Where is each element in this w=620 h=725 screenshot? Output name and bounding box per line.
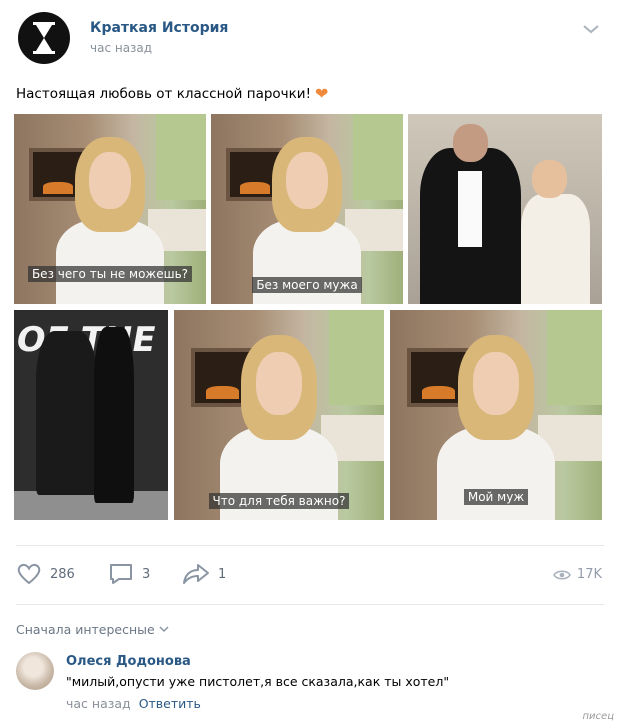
chevron-down-icon[interactable] bbox=[582, 22, 600, 36]
photo-caption: Без чего ты не можешь? bbox=[27, 266, 193, 282]
reply-button[interactable]: Ответить bbox=[139, 696, 201, 711]
views-counter: 17K bbox=[553, 567, 602, 582]
comment-text: "милый,опусти уже пистолет,я все сказала… bbox=[66, 674, 450, 689]
photo-caption: Мой муж bbox=[463, 489, 529, 505]
photo-1[interactable]: Без чего ты не можешь? bbox=[14, 114, 206, 304]
commenter-avatar[interactable] bbox=[16, 652, 54, 690]
photo-caption: Без моего мужа bbox=[252, 277, 362, 293]
post-text-body: Настоящая любовь от классной парочки! bbox=[16, 86, 311, 102]
photo-6[interactable]: Мой муж bbox=[390, 310, 602, 520]
like-button[interactable]: 286 bbox=[16, 562, 75, 586]
photo-3[interactable] bbox=[408, 114, 602, 304]
community-avatar[interactable] bbox=[18, 12, 70, 64]
comment-button[interactable]: 3 bbox=[108, 562, 150, 586]
post-text: Настоящая любовь от классной парочки! ❤ bbox=[16, 84, 328, 103]
watermark: писец bbox=[582, 711, 615, 722]
comment-meta: час назад Ответить bbox=[66, 696, 201, 711]
heart-icon bbox=[17, 563, 41, 585]
post-time[interactable]: час назад bbox=[90, 41, 152, 55]
photo-2[interactable]: Без моего мужа bbox=[211, 114, 403, 304]
heart-emoji-icon: ❤ bbox=[314, 84, 329, 103]
divider bbox=[16, 604, 604, 605]
comment-count: 3 bbox=[142, 566, 151, 582]
sort-label: Сначала интересные bbox=[16, 622, 155, 637]
comment-sort-dropdown[interactable]: Сначала интересные bbox=[16, 622, 169, 637]
share-button[interactable]: 1 bbox=[182, 562, 226, 586]
photo-5[interactable]: Что для тебя важно? bbox=[174, 310, 384, 520]
chevron-down-icon bbox=[159, 626, 169, 633]
divider bbox=[16, 545, 604, 546]
photo-caption: Что для тебя важно? bbox=[208, 493, 350, 509]
post-author[interactable]: Краткая История bbox=[90, 20, 228, 36]
comment-time[interactable]: час назад bbox=[66, 696, 131, 711]
share-count: 1 bbox=[218, 566, 227, 582]
photo-4[interactable]: OF THE bbox=[14, 310, 168, 520]
views-count: 17K bbox=[576, 567, 602, 582]
comment-author[interactable]: Олеся Додонова bbox=[66, 654, 191, 669]
share-icon bbox=[183, 564, 209, 584]
eye-icon bbox=[553, 570, 571, 579]
hourglass-icon bbox=[33, 22, 55, 54]
like-count: 286 bbox=[50, 566, 75, 582]
comment-icon bbox=[110, 564, 132, 584]
